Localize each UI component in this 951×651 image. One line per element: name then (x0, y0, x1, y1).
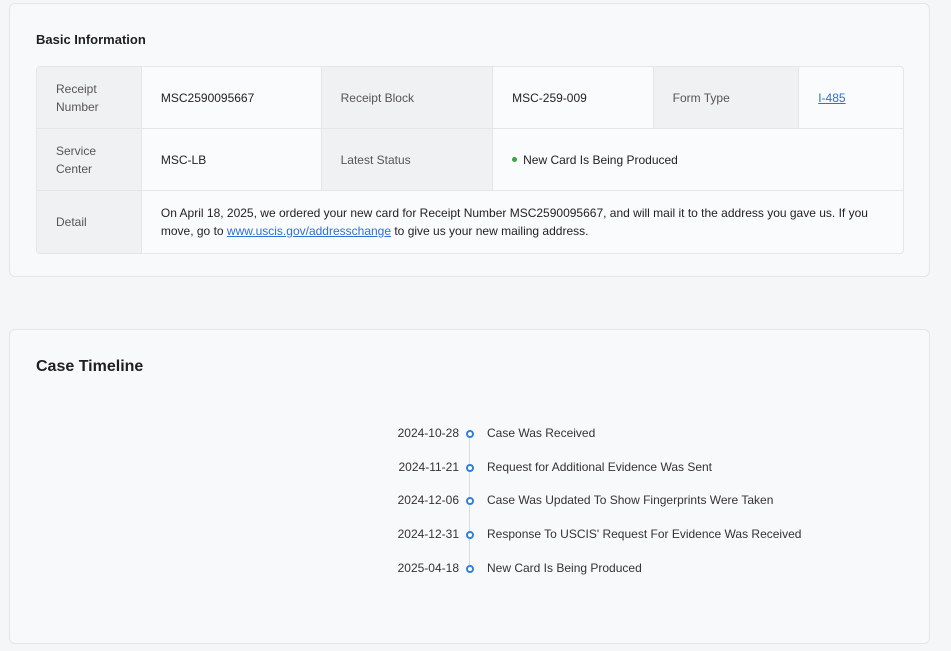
timeline-node-icon (466, 531, 474, 539)
detail-label: Detail (37, 191, 142, 253)
service-center-value: MSC-LB (141, 129, 322, 191)
case-timeline-card: Case Timeline 2024-10-28 Case Was Receiv… (9, 329, 930, 644)
timeline: 2024-10-28 Case Was Received 2024-11-21 … (10, 330, 929, 643)
timeline-event: 2025-04-18 New Card Is Being Produced (10, 561, 929, 579)
timeline-node-icon (466, 464, 474, 472)
basic-information-title: Basic Information (36, 32, 146, 47)
basic-information-table: Receipt Number MSC2590095667 Receipt Blo… (36, 66, 904, 254)
timeline-event: 2024-12-06 Case Was Updated To Show Fing… (10, 493, 929, 511)
receipt-number-value: MSC2590095667 (141, 67, 322, 129)
basic-information-card: Basic Information Receipt Number MSC2590… (9, 3, 930, 277)
timeline-event-label: New Card Is Being Produced (487, 561, 642, 575)
receipt-number-label: Receipt Number (37, 67, 142, 129)
receipt-block-label: Receipt Block (321, 67, 494, 129)
form-type-cell: I-485 (799, 67, 903, 129)
timeline-event: 2024-11-21 Request for Additional Eviden… (10, 460, 929, 478)
timeline-event: 2024-10-28 Case Was Received (10, 426, 929, 444)
detail-text-after: to give us your new mailing address. (391, 224, 589, 238)
timeline-event-label: Case Was Received (487, 426, 596, 440)
timeline-event-date: 2024-12-06 (397, 493, 459, 507)
timeline-event: 2024-12-31 Response To USCIS' Request Fo… (10, 527, 929, 545)
latest-status-label: Latest Status (321, 129, 494, 191)
timeline-node-icon (466, 430, 474, 438)
timeline-node-icon (466, 497, 474, 505)
timeline-event-date: 2024-11-21 (398, 460, 460, 474)
form-type-label: Form Type (653, 67, 800, 129)
status-dot-icon (512, 156, 518, 162)
timeline-event-label: Request for Additional Evidence Was Sent (487, 460, 713, 474)
latest-status-cell: New Card Is Being Produced (493, 129, 903, 191)
timeline-node-icon (466, 565, 474, 573)
detail-text: On April 18, 2025, we ordered your new c… (141, 191, 903, 253)
timeline-event-date: 2024-12-31 (397, 527, 459, 541)
receipt-block-value: MSC-259-009 (493, 67, 654, 129)
latest-status-value: New Card Is Being Produced (523, 152, 678, 167)
timeline-event-date: 2025-04-18 (397, 561, 459, 575)
timeline-event-label: Response To USCIS' Request For Evidence … (487, 527, 802, 541)
address-change-link[interactable]: www.uscis.gov/addresschange (227, 224, 391, 238)
service-center-label: Service Center (37, 129, 142, 191)
timeline-event-label: Case Was Updated To Show Fingerprints We… (487, 493, 774, 507)
timeline-event-date: 2024-10-28 (397, 426, 459, 440)
form-type-link[interactable]: I-485 (818, 91, 845, 105)
